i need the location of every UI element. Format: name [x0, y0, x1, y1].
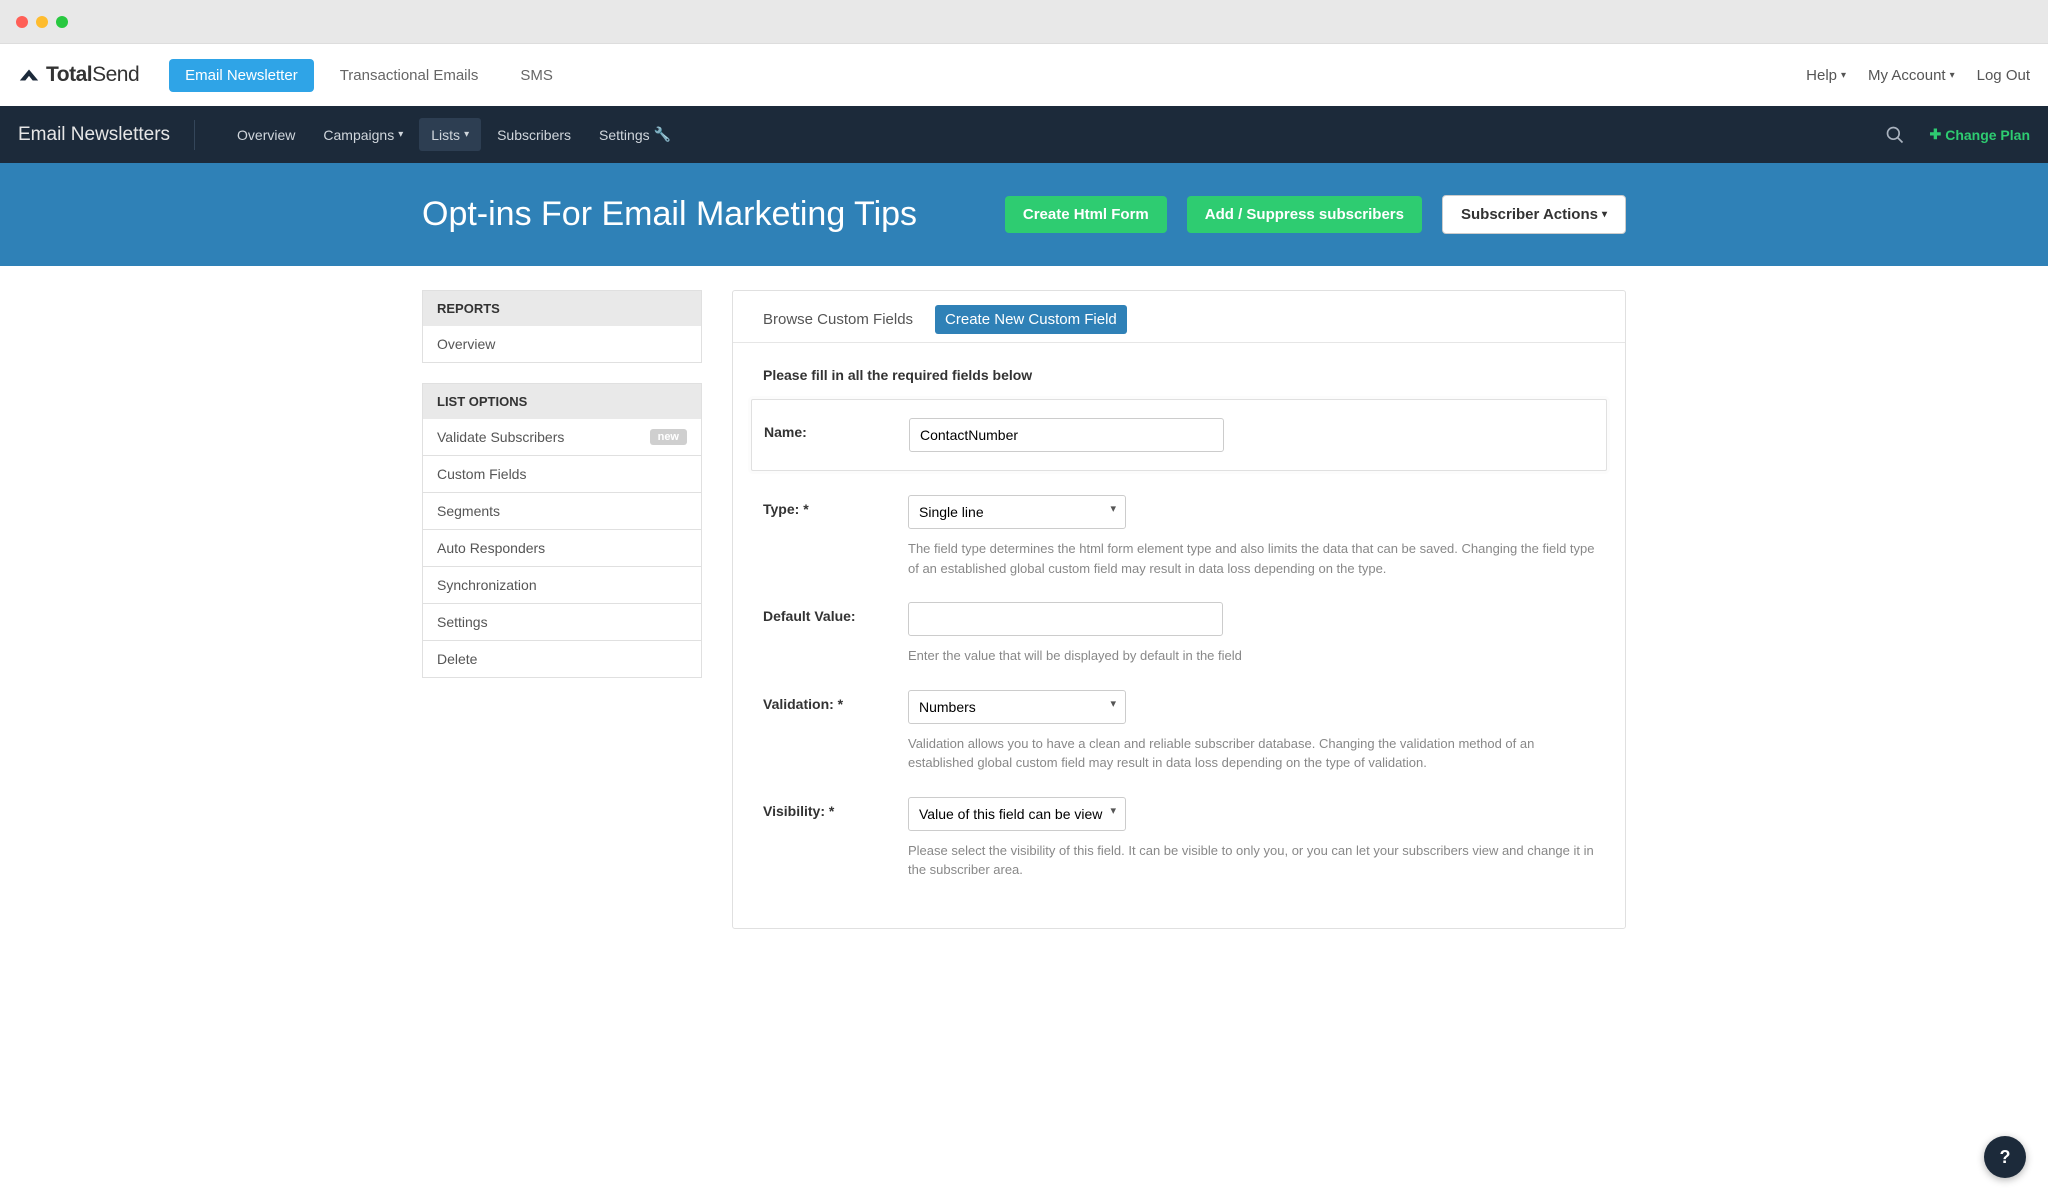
- subnav-lists[interactable]: Lists▾: [419, 118, 481, 151]
- subnav-subscribers[interactable]: Subscribers: [485, 118, 583, 151]
- sidebar-item-auto-responders[interactable]: Auto Responders: [422, 530, 702, 567]
- sidebar-item-label: Validate Subscribers: [437, 429, 564, 445]
- sidebar: REPORTS Overview LIST OPTIONS Validate S…: [422, 290, 702, 678]
- create-html-form-button[interactable]: Create Html Form: [1005, 196, 1167, 233]
- subnav-title: Email Newsletters: [18, 120, 195, 150]
- inner-tabs: Browse Custom Fields Create New Custom F…: [733, 291, 1625, 343]
- tab-transactional-emails[interactable]: Transactional Emails: [324, 59, 495, 92]
- subnav-items: Overview Campaigns▾ Lists▾ Subscribers S…: [225, 118, 683, 151]
- visibility-help-text: Please select the visibility of this fie…: [908, 841, 1595, 880]
- subnav-settings[interactable]: Settings 🔧: [587, 118, 683, 151]
- caret-down-icon: ▾: [464, 129, 469, 140]
- form-intro: Please fill in all the required fields b…: [763, 367, 1595, 383]
- caret-down-icon: ▾: [1950, 70, 1955, 81]
- sidebar-item-synchronization[interactable]: Synchronization: [422, 567, 702, 604]
- sidebar-reports-header: REPORTS: [422, 290, 702, 326]
- content: REPORTS Overview LIST OPTIONS Validate S…: [414, 290, 1634, 929]
- window-minimize-icon[interactable]: [36, 16, 48, 28]
- default-value-help-text: Enter the value that will be displayed b…: [908, 646, 1595, 666]
- type-select[interactable]: Single line: [908, 495, 1126, 529]
- topbar: TotalSend Email Newsletter Transactional…: [0, 44, 2048, 106]
- name-label: Name:: [764, 418, 909, 440]
- validation-label: Validation: *: [763, 690, 908, 712]
- my-account-menu[interactable]: My Account▾: [1868, 67, 1955, 84]
- form-row-default-value: Default Value: Enter the value that will…: [763, 602, 1595, 666]
- tab-sms[interactable]: SMS: [504, 59, 569, 92]
- type-help-text: The field type determines the html form …: [908, 539, 1595, 578]
- default-value-label: Default Value:: [763, 602, 908, 624]
- subnav-right: ✚Change Plan: [1885, 125, 2030, 145]
- form: Please fill in all the required fields b…: [733, 343, 1625, 928]
- change-plan-link[interactable]: ✚Change Plan: [1929, 126, 2030, 143]
- logout-link[interactable]: Log Out: [1977, 67, 2030, 84]
- form-row-visibility: Visibility: * Value of this field can be…: [763, 797, 1595, 880]
- validation-select[interactable]: Numbers: [908, 690, 1126, 724]
- macos-titlebar: [0, 0, 2048, 44]
- top-tabs: Email Newsletter Transactional Emails SM…: [169, 59, 569, 92]
- logo[interactable]: TotalSend: [18, 63, 139, 87]
- logo-text: TotalSend: [46, 63, 139, 87]
- sidebar-item-overview[interactable]: Overview: [422, 326, 702, 363]
- sidebar-item-settings[interactable]: Settings: [422, 604, 702, 641]
- sidebar-item-validate-subscribers[interactable]: Validate Subscribers new: [422, 419, 702, 456]
- sidebar-item-segments[interactable]: Segments: [422, 493, 702, 530]
- subscriber-actions-button[interactable]: Subscriber Actions▾: [1442, 195, 1626, 234]
- validation-help-text: Validation allows you to have a clean an…: [908, 734, 1595, 773]
- topbar-right: Help▾ My Account▾ Log Out: [1806, 67, 2030, 84]
- default-value-input[interactable]: [908, 602, 1223, 636]
- visibility-select[interactable]: Value of this field can be view: [908, 797, 1126, 831]
- add-suppress-subscribers-button[interactable]: Add / Suppress subscribers: [1187, 196, 1422, 233]
- tab-create-new-custom-field[interactable]: Create New Custom Field: [935, 305, 1127, 334]
- help-chat-button[interactable]: ?: [1984, 1136, 2026, 1178]
- logo-icon: [18, 64, 40, 86]
- window-maximize-icon[interactable]: [56, 16, 68, 28]
- plus-circle-icon: ✚: [1929, 126, 1941, 143]
- form-row-type: Type: * Single line The field type deter…: [763, 495, 1595, 578]
- page-title: Opt-ins For Email Marketing Tips: [422, 195, 985, 234]
- caret-down-icon: ▾: [1602, 209, 1607, 220]
- caret-down-icon: ▾: [398, 129, 403, 140]
- hero: Opt-ins For Email Marketing Tips Create …: [0, 163, 2048, 266]
- name-input[interactable]: [909, 418, 1224, 452]
- wrench-icon: 🔧: [654, 126, 671, 143]
- form-row-name: Name:: [751, 399, 1607, 471]
- help-menu[interactable]: Help▾: [1806, 67, 1846, 84]
- window-close-icon[interactable]: [16, 16, 28, 28]
- subnav: Email Newsletters Overview Campaigns▾ Li…: [0, 106, 2048, 163]
- sidebar-item-delete[interactable]: Delete: [422, 641, 702, 678]
- tab-browse-custom-fields[interactable]: Browse Custom Fields: [753, 305, 923, 342]
- main-panel: Browse Custom Fields Create New Custom F…: [732, 290, 1626, 929]
- caret-down-icon: ▾: [1841, 70, 1846, 81]
- type-label: Type: *: [763, 495, 908, 517]
- search-icon[interactable]: [1885, 125, 1905, 145]
- subnav-campaigns[interactable]: Campaigns▾: [311, 118, 415, 151]
- form-row-validation: Validation: * Numbers Validation allows …: [763, 690, 1595, 773]
- new-badge: new: [650, 429, 687, 445]
- tab-email-newsletter[interactable]: Email Newsletter: [169, 59, 314, 92]
- subnav-overview[interactable]: Overview: [225, 118, 307, 151]
- visibility-label: Visibility: *: [763, 797, 908, 819]
- sidebar-item-custom-fields[interactable]: Custom Fields: [422, 456, 702, 493]
- sidebar-list-options-header: LIST OPTIONS: [422, 383, 702, 419]
